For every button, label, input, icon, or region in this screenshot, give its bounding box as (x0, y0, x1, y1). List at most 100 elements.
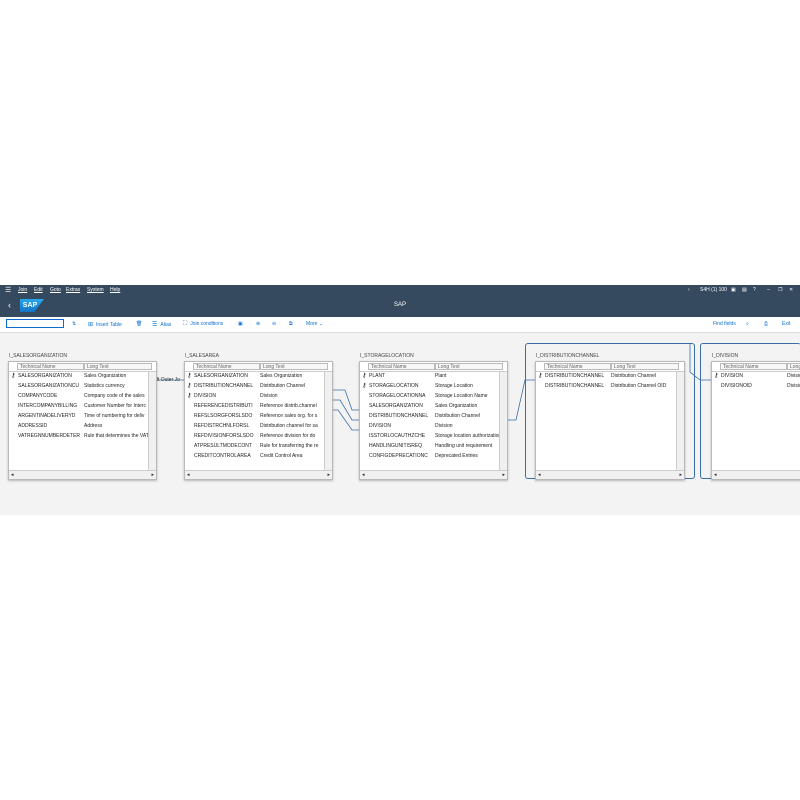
column-header-technical-name[interactable]: Technical Name (544, 363, 611, 370)
vertical-scrollbar[interactable] (499, 372, 507, 471)
delete-icon[interactable]: 🗑 (136, 321, 142, 327)
column-header-technical-name[interactable]: Technical Name (17, 363, 84, 370)
structure-icon[interactable]: ⇅ (72, 321, 76, 327)
table-row[interactable]: REFDIVISIONFORSLSDO Reference division fo… (185, 433, 324, 443)
scroll-right-icon[interactable]: ▸ (327, 472, 330, 478)
table-i-storagelocation[interactable]: I_STORAGELOCATION Technical Name Long Text… (359, 353, 508, 480)
horizontal-scrollbar[interactable]: ◂▸ (185, 470, 332, 479)
table-row[interactable]: ⚷DIVISION Division (712, 373, 800, 383)
horizontal-scrollbar[interactable]: ◂▸ (536, 470, 684, 479)
table-row[interactable]: INTERCOMPANYBILLING Customer Number for I… (9, 403, 148, 413)
long-text: Distribution Channel (435, 413, 481, 419)
table-name[interactable]: I_STORAGELOCATION (360, 353, 414, 359)
table-row[interactable]: ARGENTINADELIVERYD Time of numbering for … (9, 413, 148, 423)
table-name[interactable]: I_DISTRIBUTIONCHANNEL (536, 353, 599, 359)
screen-icon[interactable]: ▣ (731, 287, 736, 293)
technical-name: DISTRIBUTIONCHANNEL (545, 383, 605, 389)
horizontal-scrollbar[interactable]: ◂▸ (9, 470, 156, 479)
table-row[interactable]: DIVISIONOID Division O (712, 383, 800, 393)
column-header-long-text[interactable]: Long Text (435, 363, 503, 370)
long-text: Storage location authorization f (435, 433, 504, 439)
column-header-technical-name[interactable]: Technical Name (368, 363, 435, 370)
horizontal-scrollbar[interactable]: ◂▸ (712, 470, 800, 479)
scroll-left-icon[interactable]: ◂ (714, 472, 717, 478)
table-row[interactable]: HANDLINGUNITISREQ Handling unit requireme… (360, 443, 499, 453)
column-header-long-text[interactable]: Long Text (787, 363, 800, 370)
vertical-scrollbar[interactable] (324, 372, 332, 471)
menu-join[interactable]: Join (18, 287, 27, 293)
scroll-right-icon[interactable]: ▸ (502, 472, 505, 478)
chevron-right-icon[interactable]: › (688, 287, 690, 293)
menu-goto[interactable]: Goto (50, 287, 61, 293)
table-row[interactable]: DISTRIBUTIONCHANNEL Distribution Channel (360, 413, 499, 423)
table-row[interactable]: CONFIGDEPRECATIONC Deprecated Entries (360, 453, 499, 463)
table-row[interactable]: ⚷ SALESORGANIZATION Sales Organization (185, 373, 324, 383)
table-row[interactable]: ⚷ STORAGELOCATION Storage Location (360, 383, 499, 393)
horizontal-scrollbar[interactable]: ◂▸ (360, 470, 507, 479)
vertical-scrollbar[interactable] (148, 372, 156, 471)
menu-edit[interactable]: Edit (34, 287, 43, 293)
table-row[interactable]: COMPANYCODE Company code of the sales (9, 393, 148, 403)
menu-system[interactable]: System (87, 287, 104, 293)
table-row[interactable]: ⚷ DISTRIBUTIONCHANNEL Distribution Channel (185, 383, 324, 393)
table-i-salesorganization[interactable]: I_SALESORGANIZATION Technical Name Long Te… (8, 353, 157, 480)
table-row[interactable]: ⚷ PLANT Plant (360, 373, 499, 383)
restore-icon[interactable]: ❐ (778, 287, 782, 293)
print-icon[interactable]: ⎙ (764, 321, 768, 327)
vertical-scrollbar[interactable] (676, 372, 684, 471)
table-row[interactable]: SALESORGANIZATION Sales Organization (360, 403, 499, 413)
scroll-left-icon[interactable]: ◂ (538, 472, 541, 478)
settings-icon[interactable]: ▤ (742, 287, 747, 293)
command-field[interactable] (6, 319, 64, 328)
column-header-technical-name[interactable]: Technical Name (193, 363, 260, 370)
menu-icon[interactable]: ☰ (5, 286, 11, 294)
zoom-out-icon[interactable]: ⊖ (272, 321, 276, 327)
alias-button[interactable]: ☰ Alias (152, 321, 171, 328)
scroll-left-icon[interactable]: ◂ (362, 472, 365, 478)
more-button[interactable]: More ⌄ (306, 321, 323, 327)
scroll-right-icon[interactable]: ▸ (679, 472, 682, 478)
table-row[interactable]: ⚷DIVISION Division (185, 393, 324, 403)
zoom-in-icon[interactable]: ⊕ (256, 321, 260, 327)
insert-table-button[interactable]: ⊞ Insert Table (88, 321, 122, 328)
close-icon[interactable]: ✕ (789, 287, 793, 293)
fit-icon[interactable]: ⧉ (289, 321, 293, 327)
scroll-right-icon[interactable]: ▸ (151, 472, 154, 478)
table-name[interactable]: I_SALESORGANIZATION (9, 353, 67, 359)
table-row[interactable]: STORAGELOCATIONNA Storage Location Name (360, 393, 499, 403)
column-header-long-text[interactable]: Long Text (260, 363, 328, 370)
table-row[interactable]: CREDITCONTROLAREA Credit Control Area (185, 453, 324, 463)
overview-icon[interactable]: ▣ (238, 321, 243, 327)
table-row[interactable]: VATREGNNUMBERDETER Rule that determines t… (9, 433, 149, 443)
table-row[interactable]: ISSTORLOCAUTHZCHE Storage location author… (360, 433, 504, 443)
column-header-long-text[interactable]: Long Text (611, 363, 679, 370)
join-conditions-button[interactable]: ⛶ Join conditions (183, 321, 223, 328)
table-row[interactable]: ADDRESSID Address (9, 423, 148, 433)
find-fields-button[interactable]: Find fields (713, 321, 736, 327)
table-i-distributionchannel[interactable]: I_DISTRIBUTIONCHANNEL Technical Name Long … (535, 353, 685, 480)
table-name[interactable]: I_SALESAREA (185, 353, 219, 359)
find-icon[interactable]: ⌕ (746, 321, 749, 327)
table-row[interactable]: ⚷ DISTRIBUTIONCHANNEL Distribution Channel (536, 373, 676, 383)
help-icon[interactable]: ? (753, 287, 756, 293)
minimize-icon[interactable]: – (767, 287, 770, 293)
table-row[interactable]: ⚷ SALESORGANIZATION Sales Organization (9, 373, 148, 383)
column-header-technical-name[interactable]: Technical Name (720, 363, 787, 370)
table-row[interactable]: DIVISION Division (360, 423, 499, 433)
table-row[interactable]: ATPRESULTMODECONT Rule for transferring t… (185, 443, 324, 453)
table-i-salesarea[interactable]: I_SALESAREA Technical Name Long Text ⚷ SALES… (184, 353, 333, 480)
table-row[interactable]: REFSLSORGFORSLSDO Reference sales org. fo… (185, 413, 324, 423)
scroll-left-icon[interactable]: ◂ (187, 472, 190, 478)
menu-extras[interactable]: Extras (66, 287, 80, 293)
table-i-division[interactable]: I_DIVISION Technical NameLong Text ⚷DIVISI… (711, 353, 800, 480)
table-row[interactable]: DISTRIBUTIONCHANNEL Distribution Channel … (536, 383, 676, 393)
scroll-left-icon[interactable]: ◂ (11, 472, 14, 478)
table-row[interactable]: REFERENCEDISTRIBUTI Reference distrib.cha… (185, 403, 324, 413)
column-header-long-text[interactable]: Long Text (84, 363, 152, 370)
table-name[interactable]: I_DIVISION (712, 353, 738, 359)
table-row[interactable]: REFDISTRCHNLFORSL Distribution channel fo… (185, 423, 324, 433)
exit-button[interactable]: Exit (782, 321, 790, 327)
menu-help[interactable]: Help (110, 287, 120, 293)
technical-name: DIVISION (721, 373, 743, 379)
table-row[interactable]: SALESORGANIZATIONCU Statistics currency (9, 383, 148, 393)
